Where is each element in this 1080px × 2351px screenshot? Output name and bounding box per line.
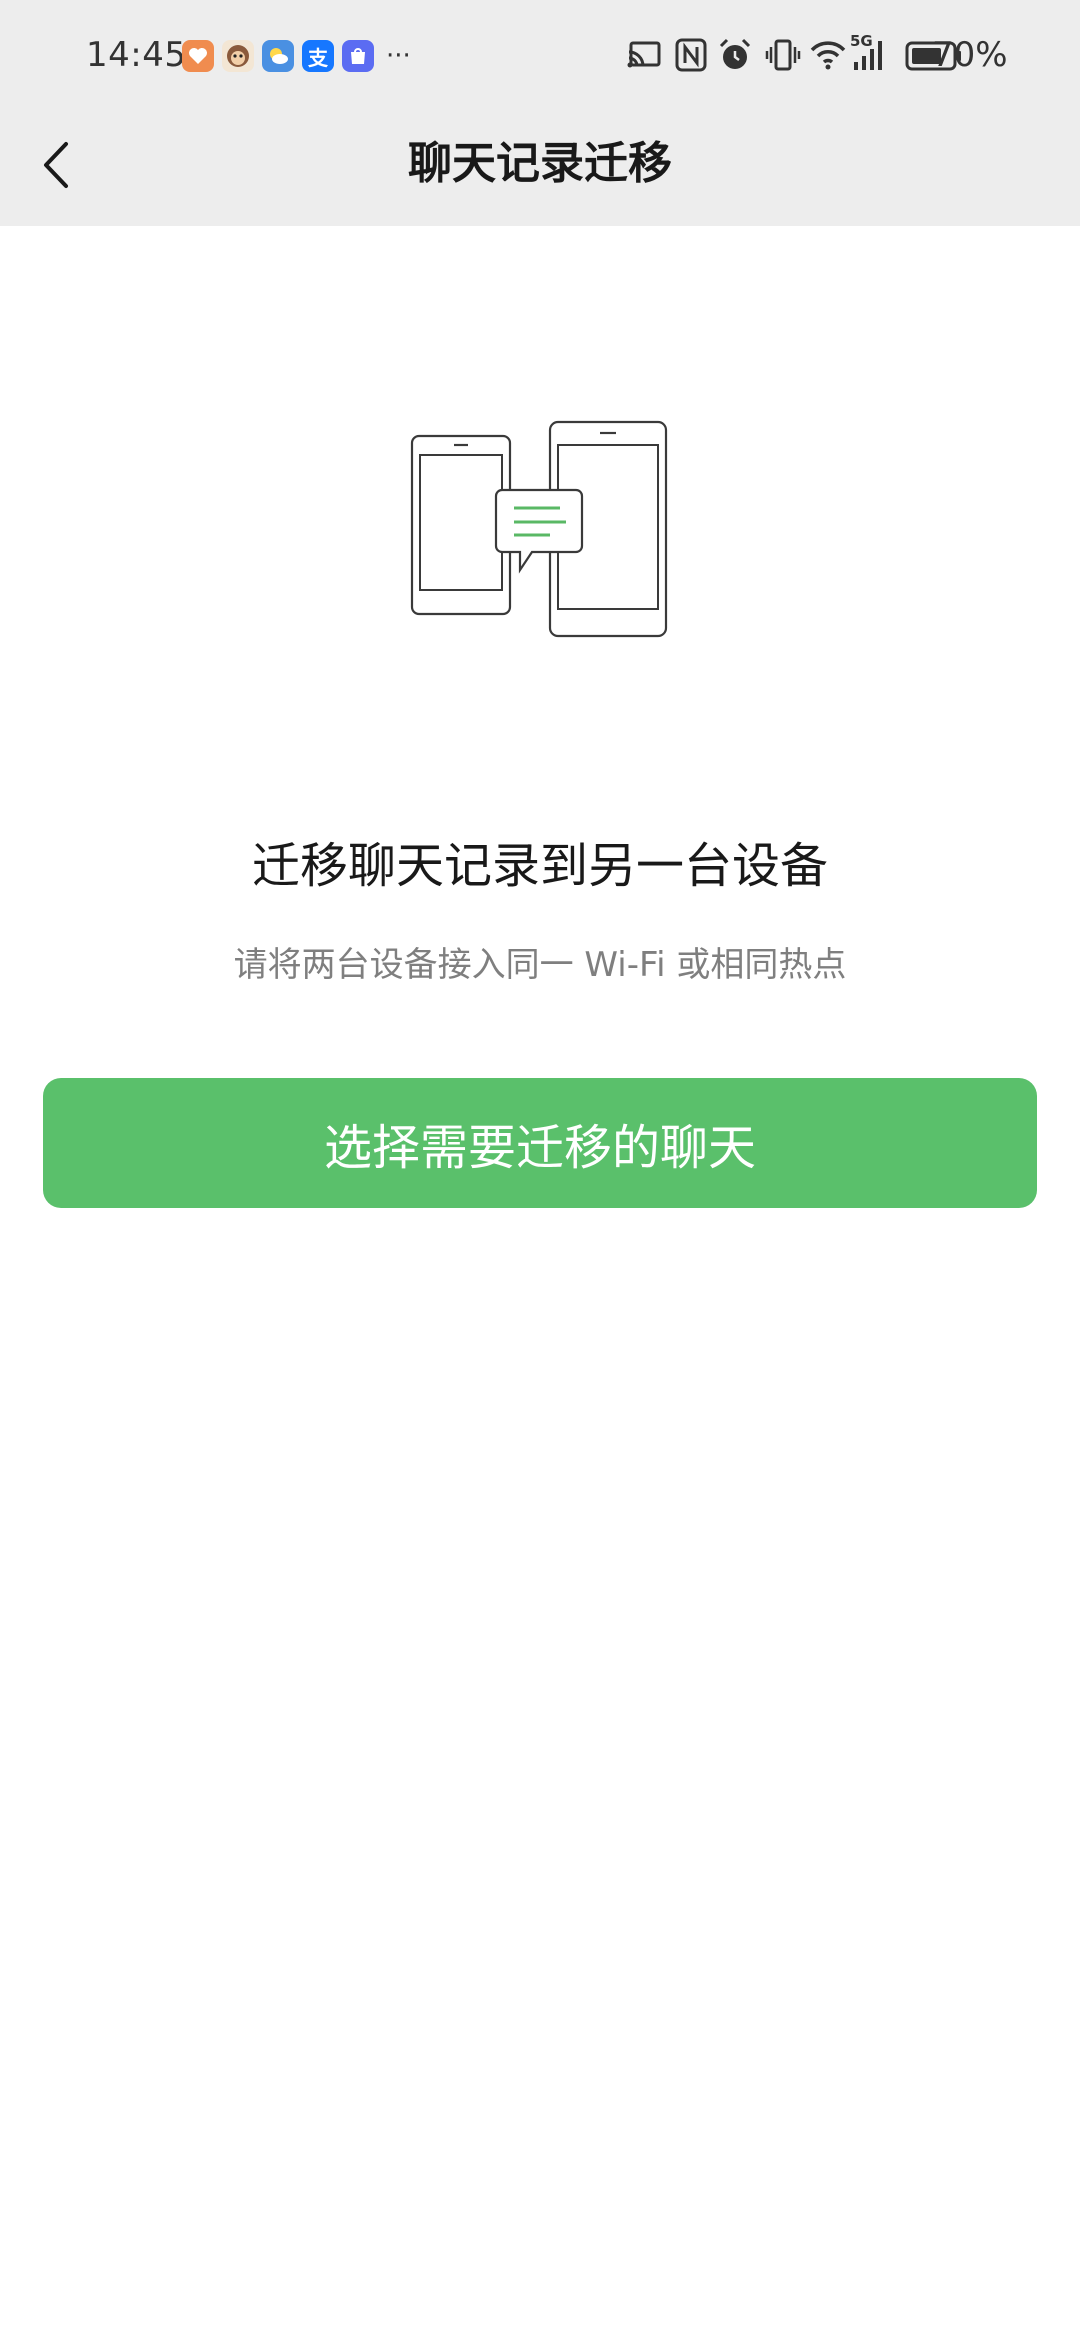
alipay-icon: 支 bbox=[302, 40, 334, 72]
more-notifications-icon: ··· bbox=[386, 41, 411, 71]
signal-icon bbox=[854, 41, 882, 70]
cast-icon bbox=[627, 41, 661, 68]
phones-transfer-illustration bbox=[410, 420, 668, 638]
heart-app-icon bbox=[182, 40, 214, 72]
select-chats-button-label: 选择需要迁移的聊天 bbox=[323, 1120, 756, 1176]
nfc-icon bbox=[675, 38, 707, 72]
instruction-text: 请将两台设备接入同一 Wi-Fi 或相同热点 bbox=[233, 945, 847, 985]
alarm-icon bbox=[719, 38, 751, 69]
status-bar: 14:45 支 ··· 5G 70% bbox=[0, 0, 1080, 112]
header-area: 14:45 支 ··· 5G 70% 聊天记录迁移 bbox=[0, 0, 1080, 226]
status-time: 14:45 bbox=[86, 35, 187, 75]
shopping-bag-icon bbox=[342, 40, 374, 72]
alipay-glyph: 支 bbox=[308, 45, 328, 70]
navigation-bar: 聊天记录迁移 bbox=[0, 112, 1080, 226]
vibrate-icon bbox=[765, 39, 801, 71]
weather-app-icon bbox=[262, 40, 294, 72]
main-heading: 迁移聊天记录到另一台设备 bbox=[251, 838, 828, 894]
battery-percent: 70% bbox=[932, 35, 1008, 75]
monkey-app-icon bbox=[222, 40, 254, 72]
page-title: 聊天记录迁移 bbox=[408, 138, 672, 189]
wifi-icon bbox=[810, 41, 846, 70]
system-icons: 5G bbox=[620, 32, 1080, 76]
notification-icons: 支 ··· bbox=[182, 39, 411, 73]
select-chats-button[interactable]: 选择需要迁移的聊天 bbox=[43, 1078, 1037, 1208]
